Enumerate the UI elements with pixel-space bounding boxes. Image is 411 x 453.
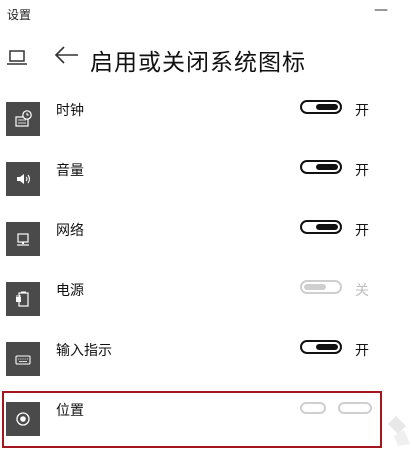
toggle-switch[interactable] <box>300 220 342 234</box>
toggle-state-label: 开 <box>355 343 369 359</box>
page-title: 启用或关闭系统图标 <box>90 50 306 76</box>
item-label: 输入指示 <box>56 343 112 359</box>
app-title: 设置 <box>7 8 32 22</box>
clock-icon <box>6 102 40 136</box>
network-icon <box>6 222 40 256</box>
list-item-volume: 音量 开 <box>0 150 411 210</box>
list-item-clock: 时钟 开 <box>0 90 411 150</box>
toggle-state-label: 关 <box>355 283 369 299</box>
page-header: 启用或关闭系统图标 <box>0 38 411 78</box>
watermark-icon <box>388 416 410 446</box>
keyboard-icon <box>6 342 40 376</box>
toggle-state-label: 开 <box>355 163 369 179</box>
speaker-icon <box>6 162 40 196</box>
list-item-power: 电源 关 <box>0 270 411 330</box>
item-label: 音量 <box>56 163 84 179</box>
toggle-state-label: 开 <box>355 223 369 239</box>
battery-plug-icon <box>6 282 40 316</box>
arrow-left-icon[interactable] <box>52 44 80 66</box>
toggle-switch[interactable] <box>300 100 342 114</box>
toggle-state-label: 开 <box>355 103 369 119</box>
laptop-icon <box>6 48 28 68</box>
item-label: 网络 <box>56 223 84 239</box>
list-item-input-indicator: 输入指示 开 <box>0 330 411 390</box>
toggle-switch[interactable] <box>300 160 342 174</box>
minimize-button[interactable]: — <box>374 2 388 18</box>
item-label: 时钟 <box>56 103 84 119</box>
toggle-switch[interactable] <box>300 340 342 354</box>
title-bar: 设置 — <box>0 0 411 30</box>
item-label: 电源 <box>56 283 84 299</box>
highlight-box <box>2 391 382 448</box>
toggle-switch[interactable] <box>300 280 342 294</box>
list-item-network: 网络 开 <box>0 210 411 270</box>
